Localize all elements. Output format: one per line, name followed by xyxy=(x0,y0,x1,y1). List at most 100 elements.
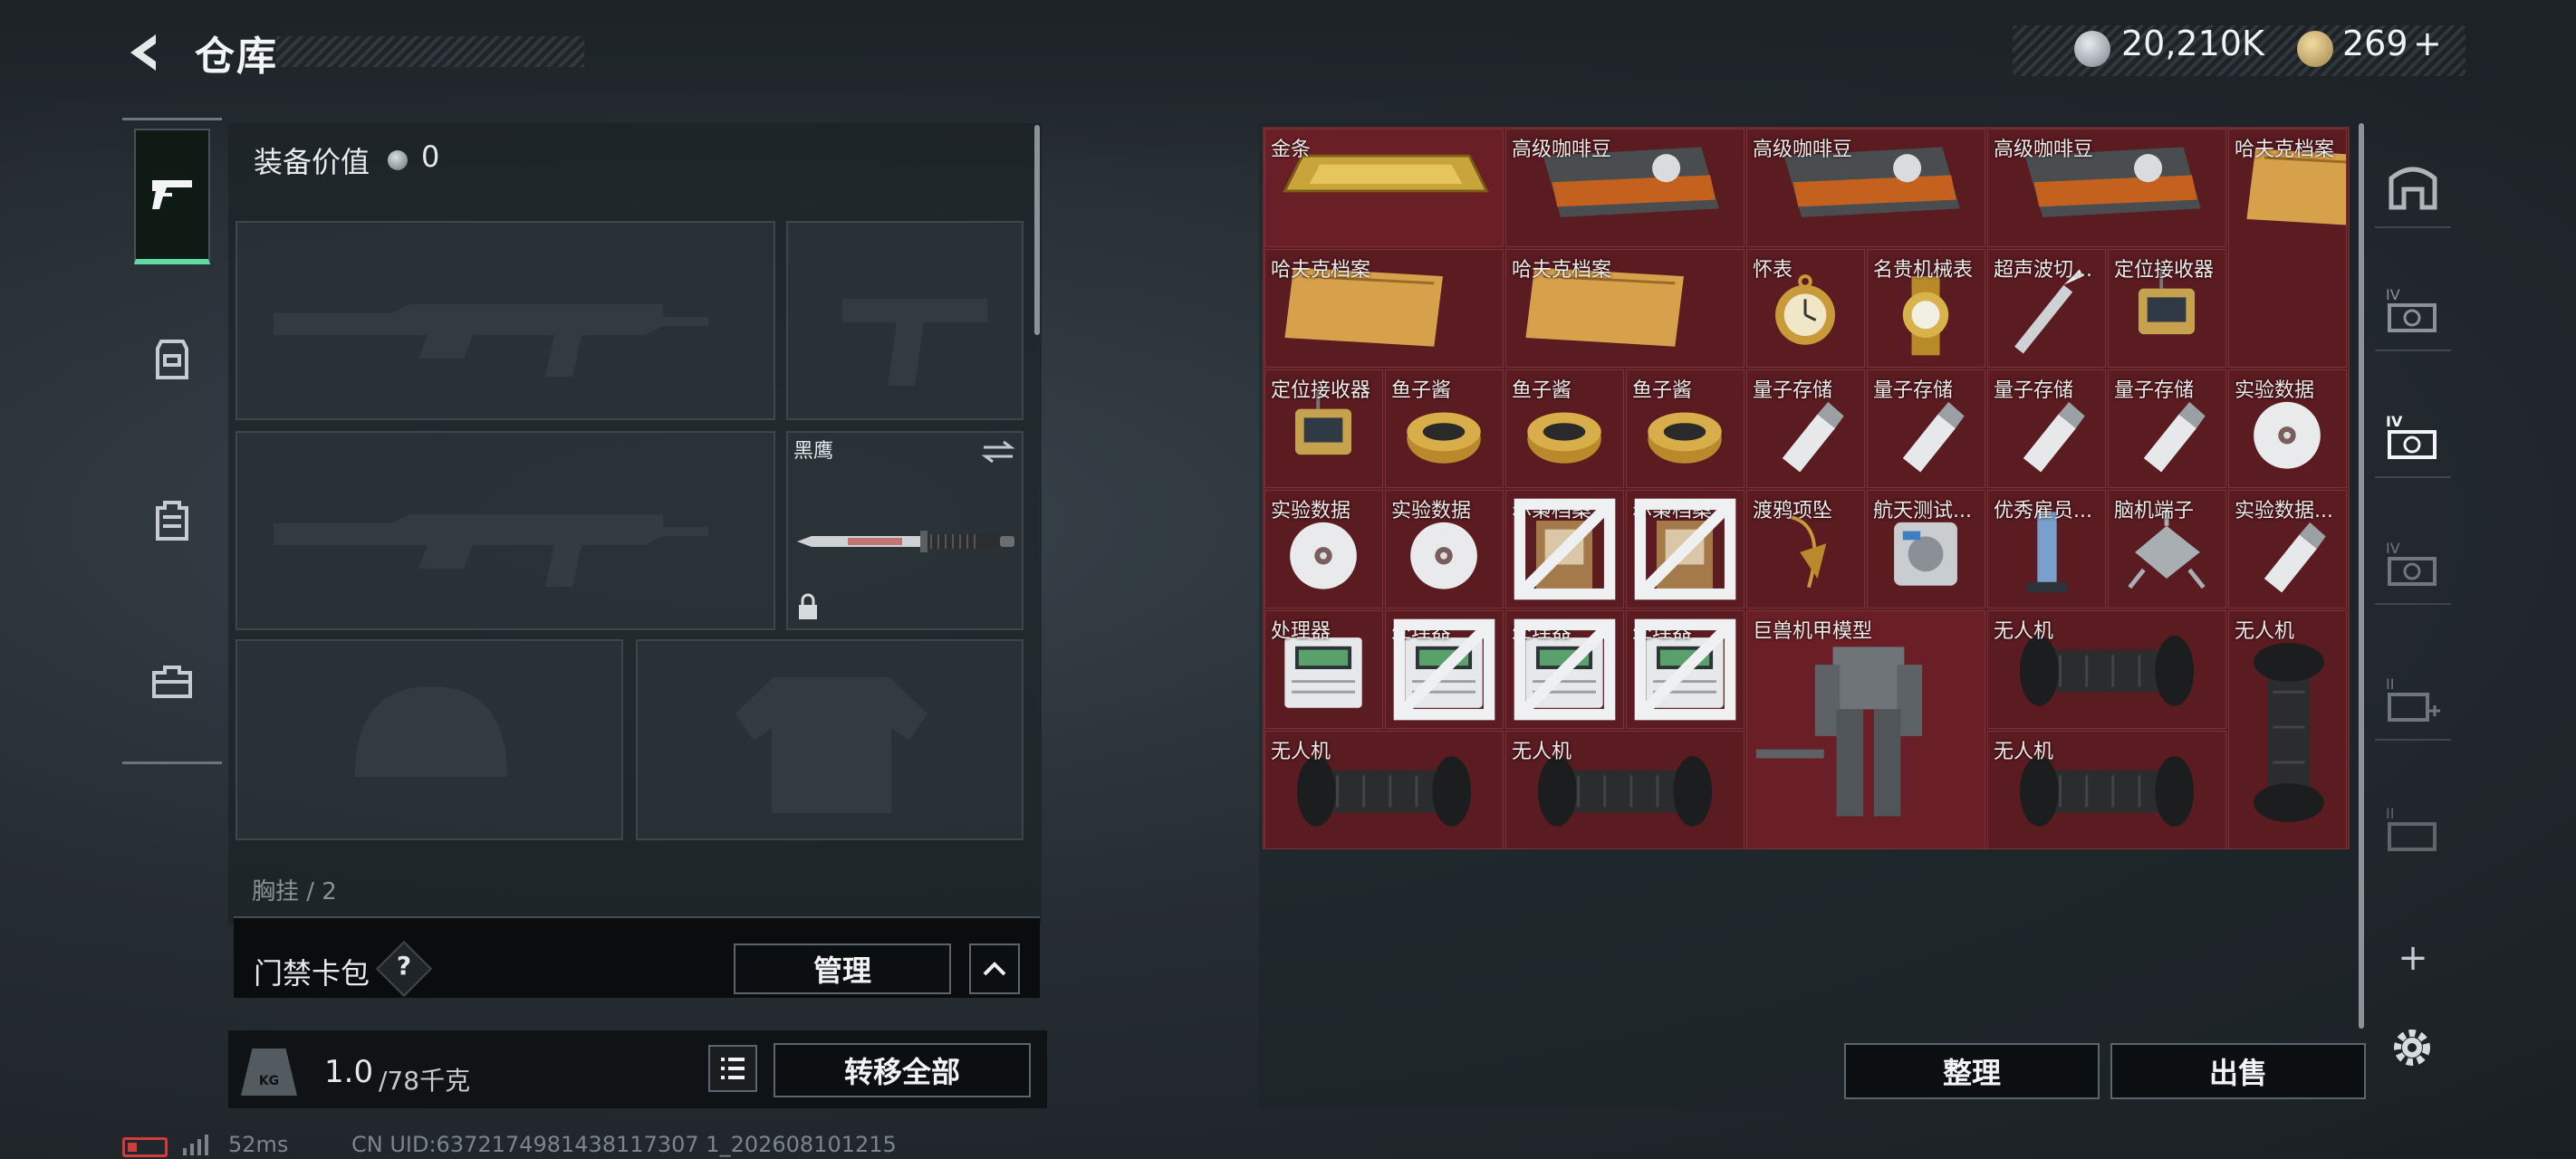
storage-item-wristwatch[interactable]: 名贵机械表 xyxy=(1867,249,1985,368)
item-name: 哈夫克档案 xyxy=(1512,259,1612,282)
add-currency-button[interactable]: + xyxy=(2413,24,2442,63)
transfer-all-button[interactable]: 转移全部 xyxy=(774,1043,1031,1097)
storage-item-dossier[interactable]: 哈夫克档案 xyxy=(1505,249,1745,368)
storage-item-receiver[interactable]: 定位接收器 xyxy=(1264,369,1383,488)
storage-item-dossier[interactable]: 哈夫克档案 xyxy=(1264,249,1504,368)
storage-item-dossier[interactable]: 哈夫克档案 xyxy=(2228,129,2347,368)
helmet-silhouette-icon xyxy=(355,686,507,777)
chest-rig-slot-label[interactable]: 胸挂 / 2 xyxy=(234,864,1027,907)
item-name: 量子存储 xyxy=(2114,379,2195,402)
storage-page-2b[interactable]: II xyxy=(2375,790,2451,869)
equipment-scrollbar[interactable] xyxy=(1034,125,1040,335)
storage-item-photo-file[interactable]: 赤枭档案 xyxy=(1505,490,1624,608)
storage-item-receiver[interactable]: 定位接收器 xyxy=(2108,249,2226,368)
storage-item-processor[interactable]: 处理器 xyxy=(1505,610,1624,729)
storage-page-4a[interactable]: IV xyxy=(2375,272,2451,351)
storage-item-disc[interactable]: 实验数据 xyxy=(1264,490,1383,608)
ping-readout: 52ms xyxy=(228,1132,289,1157)
currency-silver-amount: 20,210K xyxy=(2121,24,2264,63)
tab-toolbox[interactable] xyxy=(134,614,210,750)
storage-item-neural-port[interactable]: 脑机端子 xyxy=(2108,490,2226,608)
tab-armor[interactable] xyxy=(134,292,210,427)
storage-item-photo-file[interactable]: 赤枭档案 xyxy=(1626,490,1745,608)
storage-item-drone-roller[interactable]: 无人机 xyxy=(1987,731,2226,849)
item-name: 哈夫克档案 xyxy=(1271,259,1371,282)
item-name: 鱼子酱 xyxy=(1512,379,1572,402)
storage-box-iv-icon: IV xyxy=(2386,540,2437,586)
storage-item-coffee-bag[interactable]: 高级咖啡豆 xyxy=(1746,129,1985,247)
secondary-weapon-slot[interactable] xyxy=(235,431,775,630)
list-view-button[interactable] xyxy=(708,1045,757,1092)
storage-item-pendant[interactable]: 渡鸦项坠 xyxy=(1746,490,1865,608)
storage-item-usb-drive[interactable]: 实验数据... xyxy=(2228,490,2347,608)
storage-item-processor[interactable]: 处理器 xyxy=(1385,610,1504,729)
storage-item-scalpel[interactable]: 超声波切... xyxy=(1987,249,2106,368)
storage-item-coffee-bag[interactable]: 高级咖啡豆 xyxy=(1987,129,2226,247)
storage-item-drone-roller[interactable]: 无人机 xyxy=(1987,610,2226,729)
body-armor-slot[interactable] xyxy=(636,639,1024,840)
user-id: CN UID:6372174981438117307 1_20260810121… xyxy=(351,1132,897,1157)
melee-slot[interactable]: 黑鹰 xyxy=(786,431,1024,630)
item-name: 实验数据 xyxy=(1271,500,1351,522)
storage-item-usb-drive[interactable]: 量子存储 xyxy=(1867,369,1985,488)
storage-item-disc[interactable]: 实验数据 xyxy=(1385,490,1504,608)
item-name: 名贵机械表 xyxy=(1873,259,1974,282)
storage-item-usb-drive[interactable]: 量子存储 xyxy=(2108,369,2226,488)
storage-item-caviar[interactable]: 鱼子酱 xyxy=(1626,369,1745,488)
briefcase-icon xyxy=(152,666,192,698)
collapse-button[interactable] xyxy=(969,943,1020,994)
manage-button[interactable]: 管理 xyxy=(734,943,951,994)
storage-item-mech-model[interactable]: 巨兽机甲模型 xyxy=(1746,610,1985,849)
storage-item-caviar[interactable]: 鱼子酱 xyxy=(1505,369,1624,488)
item-name: 定位接收器 xyxy=(2114,259,2215,282)
storage-item-trophy[interactable]: 优秀雇员... xyxy=(1987,490,2106,608)
storage-item-processor[interactable]: 处理器 xyxy=(1626,610,1745,729)
storage-page-home[interactable] xyxy=(2375,148,2451,228)
svg-text:II: II xyxy=(2386,805,2394,822)
helmet-slot[interactable] xyxy=(235,639,623,840)
battery-icon xyxy=(122,1137,168,1157)
storage-page-4b-selected[interactable]: IV xyxy=(2375,398,2451,478)
storage-item-gold-bar[interactable]: 金条 xyxy=(1264,129,1504,247)
item-name: 定位接收器 xyxy=(1271,379,1371,402)
primary-weapon-slot[interactable] xyxy=(235,221,775,420)
swap-icon[interactable] xyxy=(980,438,1016,465)
dossier-icon xyxy=(2246,148,2346,225)
item-name: 处理器 xyxy=(1271,620,1331,643)
item-name: 量子存储 xyxy=(1994,379,2074,402)
storage-item-coffee-bag[interactable]: 高级咖啡豆 xyxy=(1505,129,1745,247)
rifle-silhouette-icon xyxy=(274,514,708,587)
sort-button[interactable]: 整理 xyxy=(1844,1043,2100,1099)
item-name: 高级咖啡豆 xyxy=(1512,139,1612,161)
tab-backpack[interactable] xyxy=(134,453,210,589)
gold-coin-icon xyxy=(2297,31,2333,67)
storage-item-disc[interactable]: 实验数据 xyxy=(2228,369,2347,488)
storage-item-caviar[interactable]: 鱼子酱 xyxy=(1385,369,1504,488)
storage-item-usb-drive[interactable]: 量子存储 xyxy=(1987,369,2106,488)
untradeable-icon xyxy=(1514,498,1616,600)
pistol-slot[interactable] xyxy=(786,221,1024,420)
storage-item-usb-drive[interactable]: 量子存储 xyxy=(1746,369,1865,488)
help-icon-glyph: ? xyxy=(396,951,412,981)
storage-item-drone-roller[interactable]: 无人机 xyxy=(1505,731,1745,849)
add-storage-page-button[interactable]: + xyxy=(2395,940,2431,976)
storage-item-drone-roller-vertical[interactable]: 无人机 xyxy=(2228,610,2347,849)
untradeable-icon xyxy=(1634,618,1736,721)
storage-item-pocket-watch[interactable]: 怀表 xyxy=(1746,249,1865,368)
storage-scrollbar[interactable] xyxy=(2359,123,2364,1029)
storage-item-test-device[interactable]: 航天测试... xyxy=(1867,490,1985,608)
storage-item-processor[interactable]: 处理器 xyxy=(1264,610,1383,729)
storage-page-4c[interactable]: IV xyxy=(2375,525,2451,605)
drone-roller-vertical-icon xyxy=(2254,642,2324,822)
untradeable-icon xyxy=(1634,498,1736,600)
melee-weapon-name: 黑鹰 xyxy=(793,440,834,463)
storage-item-drone-roller[interactable]: 无人机 xyxy=(1264,731,1504,849)
tab-weapons[interactable] xyxy=(134,129,210,264)
item-name: 实验数据 xyxy=(1391,500,1472,522)
lock-icon xyxy=(799,593,817,619)
gear-icon[interactable] xyxy=(2386,1021,2438,1074)
item-name: 无人机 xyxy=(1994,741,2054,763)
storage-page-2a[interactable]: II xyxy=(2375,661,2451,741)
sell-button[interactable]: 出售 xyxy=(2110,1043,2366,1099)
back-arrow-icon[interactable] xyxy=(120,27,170,78)
